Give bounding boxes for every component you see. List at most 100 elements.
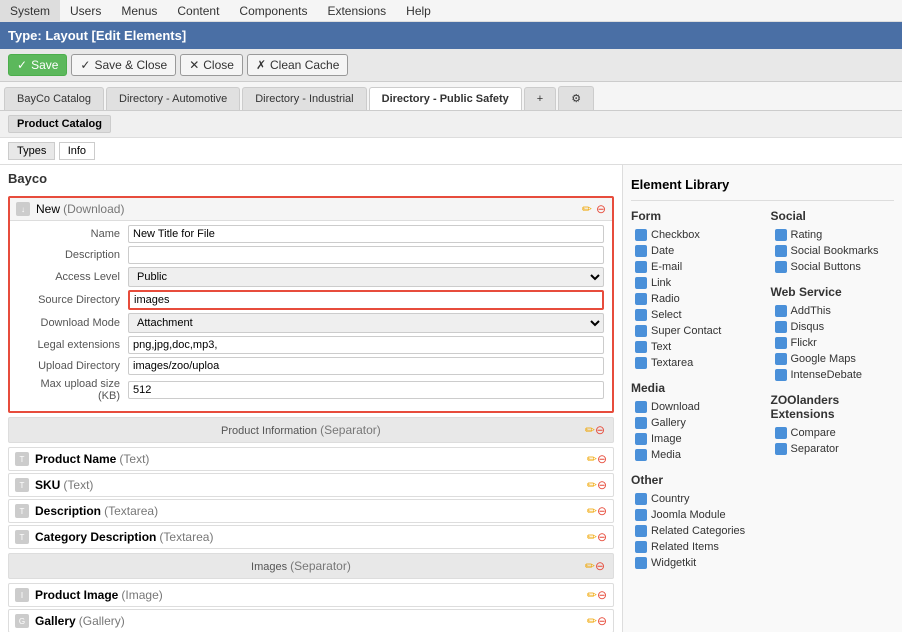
lib-intensedebate[interactable]: IntenseDebate: [771, 367, 895, 383]
tab-add[interactable]: +: [524, 87, 556, 110]
type-tabs: Types Info: [0, 138, 902, 165]
tab-directory-public-safety[interactable]: Directory - Public Safety: [369, 87, 522, 110]
product-image-delete-icon[interactable]: ⊖: [597, 588, 607, 602]
description-input[interactable]: [128, 246, 604, 264]
close-button[interactable]: ✕ Close: [180, 54, 243, 76]
separator-delete-icon[interactable]: ⊖: [595, 423, 605, 437]
product-catalog-button[interactable]: Product Catalog: [8, 115, 111, 133]
access-select[interactable]: Public: [128, 267, 604, 287]
upload-dir-input[interactable]: [128, 357, 604, 375]
download-element-icon: ↓: [16, 202, 30, 216]
new-download-header: ↓ New (Download) ✏ ⊖: [10, 198, 612, 221]
tab-info[interactable]: Info: [59, 142, 95, 160]
checkbox-icon: [635, 229, 647, 241]
gallery-icon: G: [15, 614, 29, 628]
menu-content[interactable]: Content: [167, 0, 229, 21]
sku-edit-icon[interactable]: ✏: [587, 478, 597, 492]
lib-select[interactable]: Select: [631, 307, 755, 323]
product-name-edit-icon[interactable]: ✏: [587, 452, 597, 466]
images-sep-delete-icon[interactable]: ⊖: [595, 559, 605, 573]
lib-country[interactable]: Country: [631, 491, 755, 507]
lib-disqus[interactable]: Disqus: [771, 319, 895, 335]
lib-addthis[interactable]: AddThis: [771, 303, 895, 319]
lib-email[interactable]: E-mail: [631, 259, 755, 275]
lib-gallery[interactable]: Gallery: [631, 415, 755, 431]
lib-related-categories[interactable]: Related Categories: [631, 523, 755, 539]
source-dir-input[interactable]: [128, 290, 604, 310]
textarea-icon: [635, 357, 647, 369]
menu-components[interactable]: Components: [229, 0, 317, 21]
clean-cache-button[interactable]: ✗ Clean Cache: [247, 54, 348, 76]
lib-form-title: Form: [631, 209, 755, 223]
lib-google-maps[interactable]: Google Maps: [771, 351, 895, 367]
save-button[interactable]: ✓ Save: [8, 54, 67, 76]
cat-desc-delete-icon[interactable]: ⊖: [597, 530, 607, 544]
save-icon: ✓: [17, 58, 27, 72]
tab-types[interactable]: Types: [8, 142, 55, 160]
lib-textarea[interactable]: Textarea: [631, 355, 755, 371]
menu-extensions[interactable]: Extensions: [317, 0, 396, 21]
gallery-edit-icon[interactable]: ✏: [587, 614, 597, 628]
social-bookmarks-icon: [775, 245, 787, 257]
separator-icon: [775, 443, 787, 455]
tabs-bar: BayCo Catalog Directory - Automotive Dir…: [0, 82, 902, 111]
left-lib-col: Form Checkbox Date E-mail Link Radio Sel…: [631, 209, 755, 581]
cat-desc-edit-icon[interactable]: ✏: [587, 530, 597, 544]
lib-widgetkit[interactable]: Widgetkit: [631, 555, 755, 571]
download-mode-select[interactable]: Attachment: [128, 313, 604, 333]
lib-checkbox[interactable]: Checkbox: [631, 227, 755, 243]
product-image-icon: I: [15, 588, 29, 602]
form-row-name: Name: [18, 225, 604, 243]
lib-flickr[interactable]: Flickr: [771, 335, 895, 351]
lib-rating[interactable]: Rating: [771, 227, 895, 243]
input-upload-dir: [128, 357, 604, 375]
desc-delete-icon[interactable]: ⊖: [597, 504, 607, 518]
related-categories-icon: [635, 525, 647, 537]
save-close-button[interactable]: ✓ Save & Close: [71, 54, 176, 76]
menu-system[interactable]: System: [0, 0, 60, 21]
product-name-delete-icon[interactable]: ⊖: [597, 452, 607, 466]
lib-super-contact[interactable]: Super Contact: [631, 323, 755, 339]
desc-edit-icon[interactable]: ✏: [587, 504, 597, 518]
extensions-input[interactable]: [128, 336, 604, 354]
lib-date[interactable]: Date: [631, 243, 755, 259]
separator-edit-icon[interactable]: ✏: [585, 423, 595, 437]
tab-bayco-catalog[interactable]: BayCo Catalog: [4, 87, 104, 110]
input-source: [128, 290, 604, 310]
lib-compare[interactable]: Compare: [771, 425, 895, 441]
main-layout: Bayco ↓ New (Download) ✏ ⊖ Name: [0, 165, 902, 632]
label-max-size: Max upload size (KB): [18, 378, 128, 402]
menu-help[interactable]: Help: [396, 0, 441, 21]
lib-web-service-title: Web Service: [771, 285, 895, 299]
lib-separator[interactable]: Separator: [771, 441, 895, 457]
tab-directory-automotive[interactable]: Directory - Automotive: [106, 87, 240, 110]
menu-menus[interactable]: Menus: [111, 0, 167, 21]
lib-link[interactable]: Link: [631, 275, 755, 291]
gallery-delete-icon[interactable]: ⊖: [597, 614, 607, 628]
lib-joomla-module[interactable]: Joomla Module: [631, 507, 755, 523]
menu-bar: System Users Menus Content Components Ex…: [0, 0, 902, 22]
sku-delete-icon[interactable]: ⊖: [597, 478, 607, 492]
sku-element: T SKU (Text) ✏ ⊖: [8, 473, 614, 497]
menu-users[interactable]: Users: [60, 0, 111, 21]
images-sep-edit-icon[interactable]: ✏: [585, 559, 595, 573]
lib-social-buttons[interactable]: Social Buttons: [771, 259, 895, 275]
input-description: [128, 246, 604, 264]
tab-settings[interactable]: ⚙: [558, 86, 594, 110]
cat-desc-icon: T: [15, 530, 29, 544]
product-image-edit-icon[interactable]: ✏: [587, 588, 597, 602]
product-info-separator: Product Information (Separator) ✏ ⊖: [8, 417, 614, 443]
name-input[interactable]: [128, 225, 604, 243]
lib-radio[interactable]: Radio: [631, 291, 755, 307]
lib-download[interactable]: Download: [631, 399, 755, 415]
description-element: T Description (Textarea) ✏ ⊖: [8, 499, 614, 523]
edit-icon[interactable]: ✏: [582, 202, 592, 216]
lib-media[interactable]: Media: [631, 447, 755, 463]
lib-social-bookmarks[interactable]: Social Bookmarks: [771, 243, 895, 259]
max-size-input[interactable]: [128, 381, 604, 399]
tab-directory-industrial[interactable]: Directory - Industrial: [242, 87, 366, 110]
lib-text[interactable]: Text: [631, 339, 755, 355]
lib-image[interactable]: Image: [631, 431, 755, 447]
delete-icon[interactable]: ⊖: [596, 202, 606, 216]
lib-related-items[interactable]: Related Items: [631, 539, 755, 555]
